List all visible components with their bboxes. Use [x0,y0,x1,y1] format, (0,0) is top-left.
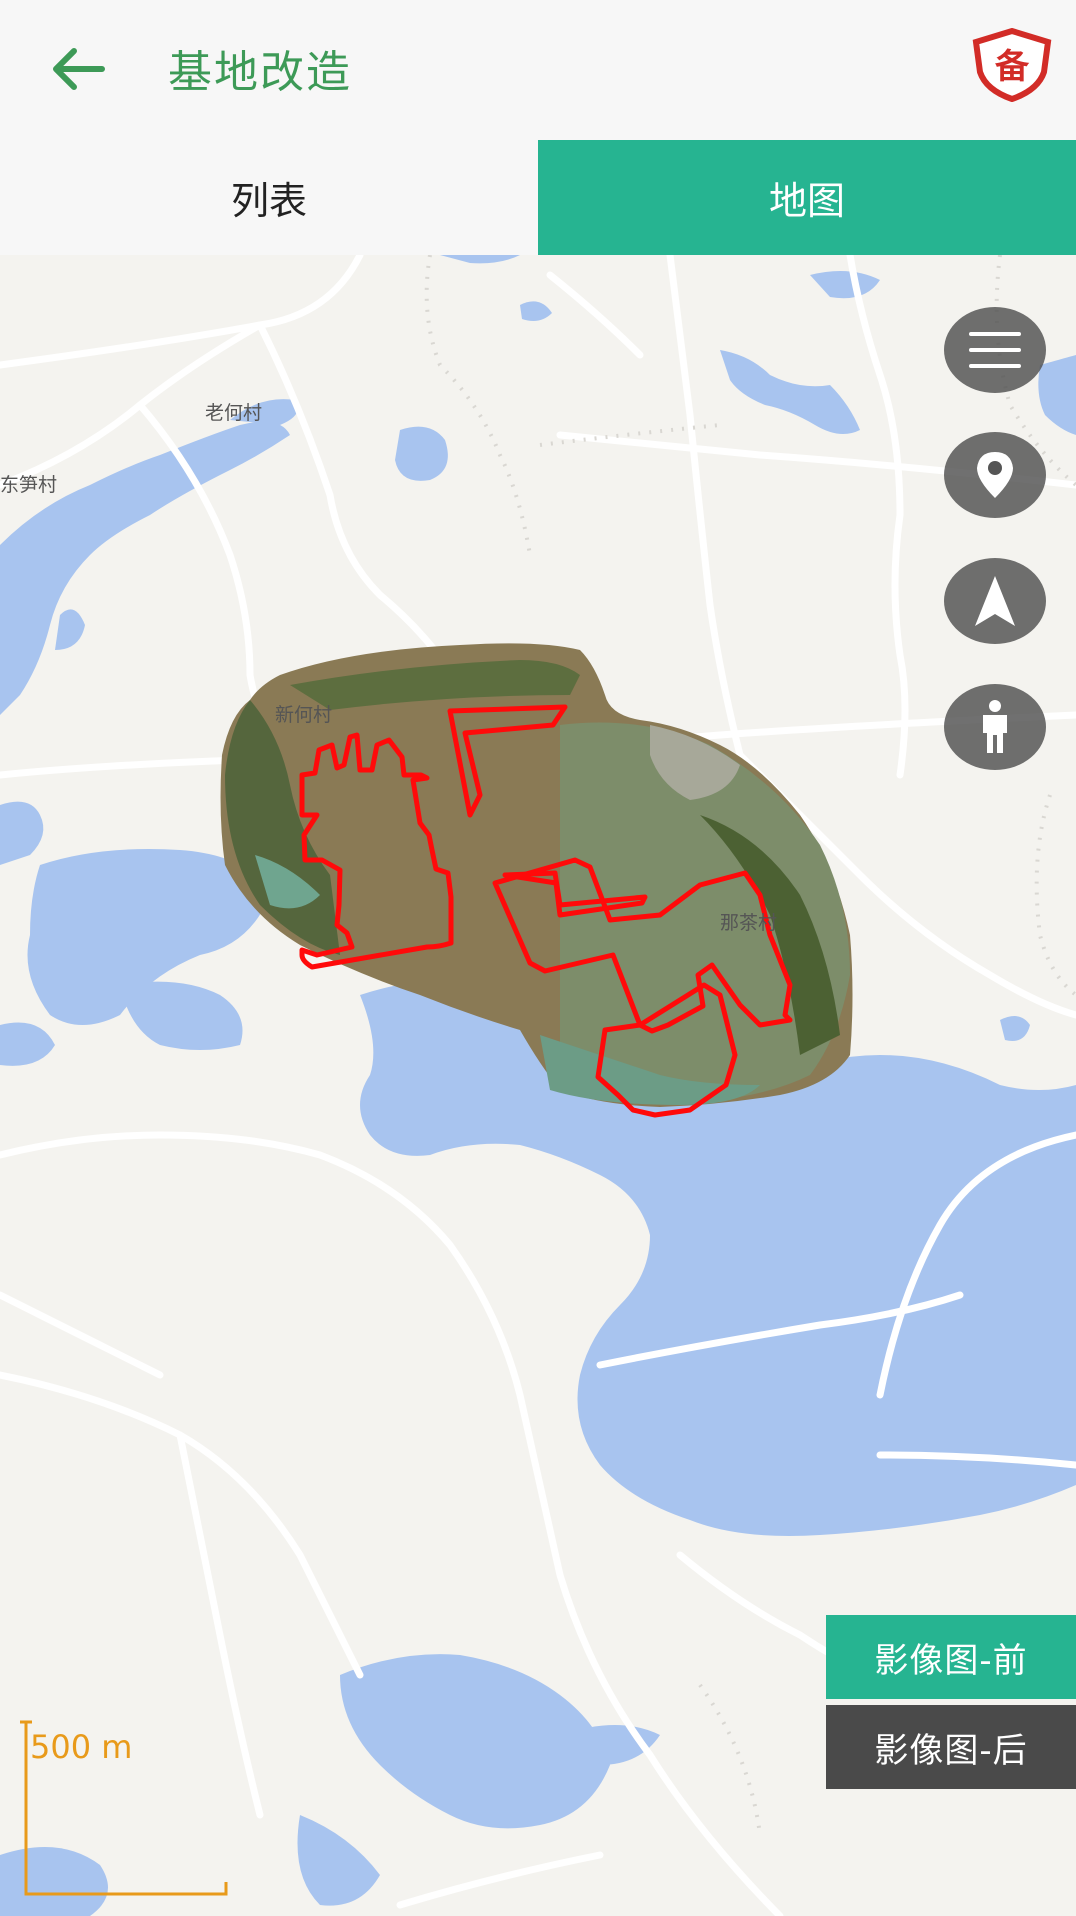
scale-label: 500 m [30,1728,133,1766]
my-location-button[interactable] [944,432,1046,518]
village-label: 那茶村 [720,912,778,934]
tab-map[interactable]: 地图 [538,140,1076,255]
person-icon [983,700,1007,753]
page-title: 基地改造 [168,47,352,98]
back-button[interactable] [48,38,110,100]
arrow-left-icon [53,48,105,90]
app-header: 基地改造 备 [0,0,1076,140]
map-menu-button[interactable] [944,307,1046,393]
menu-icon [969,332,1021,368]
imagery-after-button[interactable]: 影像图-后 [826,1705,1076,1789]
village-label: 老何村 [205,402,263,424]
location-pin-icon [977,452,1013,498]
imagery-before-button[interactable]: 影像图-前 [826,1615,1076,1699]
tab-list[interactable]: 列表 [0,140,538,255]
shield-icon: 备 [972,27,1052,103]
view-tabs: 列表 地图 [0,140,1076,255]
record-badge-button[interactable]: 备 [972,27,1052,103]
compass-button[interactable] [944,558,1046,644]
village-label: 新何村 [275,704,333,726]
street-view-button[interactable] [944,684,1046,770]
navigation-arrow-icon [975,576,1015,626]
village-label: 东笋村 [0,474,58,496]
badge-text: 备 [995,47,1030,87]
